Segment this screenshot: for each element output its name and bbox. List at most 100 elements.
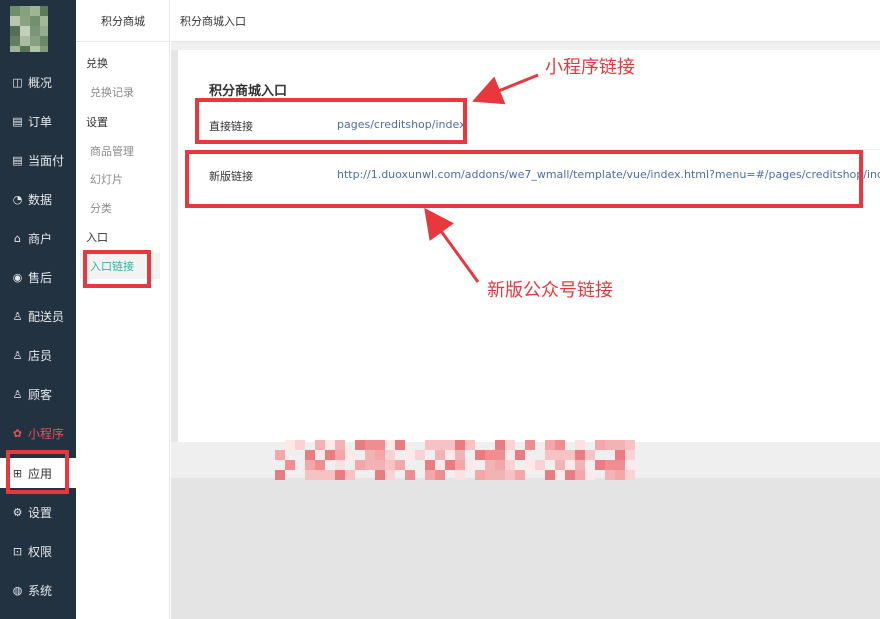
mosaic-block xyxy=(415,450,425,460)
mosaic-block xyxy=(485,470,495,480)
mosaic-block xyxy=(375,470,385,480)
mosaic-block xyxy=(365,460,375,470)
sidebar-item-aftersale[interactable]: ◉ 售后 xyxy=(0,262,76,292)
sidebar-item-lock[interactable]: ⊡ 权限 xyxy=(0,536,76,566)
mosaic-block xyxy=(575,440,585,450)
sidebar-item-label: 设置 xyxy=(28,505,53,520)
sidebar-item-data[interactable]: ◔ 数据 xyxy=(0,184,76,214)
pay-icon: ▤ xyxy=(12,153,23,167)
mosaic-block xyxy=(295,440,305,450)
mosaic-block xyxy=(625,440,635,450)
mosaic-block xyxy=(495,470,505,480)
sidebar-item-customer[interactable]: ♙ 顾客 xyxy=(0,379,76,409)
sidebar-item-label: 当面付 xyxy=(28,153,65,168)
customer-icon: ♙ xyxy=(12,387,23,401)
mosaic-block xyxy=(605,460,615,470)
mosaic-block xyxy=(525,440,535,450)
mosaic-block xyxy=(615,470,625,480)
mosaic-block xyxy=(615,460,625,470)
mosaic-block xyxy=(495,460,505,470)
mosaic-block xyxy=(275,450,285,460)
sidebar-item-order[interactable]: ▤ 订单 xyxy=(0,106,76,136)
mosaic-block xyxy=(565,460,575,470)
mosaic-block xyxy=(375,440,385,450)
mosaic-block xyxy=(505,440,515,450)
mosaic-block xyxy=(385,440,395,450)
mosaic-block xyxy=(495,440,505,450)
sidebar-item-label: 配送员 xyxy=(28,309,65,324)
mosaic-block xyxy=(355,460,365,470)
mosaic-block xyxy=(365,440,375,450)
mosaic-block xyxy=(625,470,635,480)
sidebar-item-miniprogram[interactable]: ✿ 小程序 xyxy=(0,418,76,448)
courier-icon: ♙ xyxy=(12,309,23,323)
subnav-group-entry: 入口 xyxy=(86,231,108,244)
mosaic-block xyxy=(475,470,485,480)
mosaic-block xyxy=(425,470,435,480)
subnav-item-category[interactable]: 分类 xyxy=(90,200,112,216)
mosaic-block xyxy=(475,450,485,460)
mosaic-block xyxy=(405,450,415,460)
mosaic-block xyxy=(555,450,565,460)
mosaic-block xyxy=(305,450,315,460)
mosaic-block xyxy=(305,460,315,470)
mosaic-block xyxy=(435,450,445,460)
sidebar-item-pay[interactable]: ▤ 当面付 xyxy=(0,145,76,175)
subnav-item-slides[interactable]: 幻灯片 xyxy=(90,171,123,187)
mosaic-block xyxy=(505,450,515,460)
mosaic-block xyxy=(495,450,505,460)
panel-title: 积分商城入口 xyxy=(209,84,288,99)
mosaic-block xyxy=(285,440,295,450)
sidebar-item-merchant[interactable]: ⌂ 商户 xyxy=(0,223,76,253)
order-icon: ▤ xyxy=(12,114,23,128)
sidebar-item-system[interactable]: ◍ 系统 xyxy=(0,575,76,605)
mosaic-block xyxy=(535,460,545,470)
mosaic-block xyxy=(455,470,465,480)
sidebar-item-label: 数据 xyxy=(28,192,53,207)
mosaic-block xyxy=(435,470,445,480)
mosaic-block xyxy=(425,440,435,450)
page-title: 积分商城入口 xyxy=(171,0,880,42)
mosaic-block xyxy=(435,460,445,470)
settings-icon: ⚙ xyxy=(12,505,23,519)
mosaic-block xyxy=(575,470,585,480)
mosaic-block xyxy=(325,440,335,450)
subnav-item-exchange-records[interactable]: 兑换记录 xyxy=(90,84,134,100)
sidebar-item-courier[interactable]: ♙ 配送员 xyxy=(0,301,76,331)
mosaic-block xyxy=(335,440,345,450)
mosaic-block xyxy=(575,460,585,470)
sidebar-item-overview[interactable]: ◫ 概况 xyxy=(0,67,76,97)
highlight-entry-link xyxy=(83,250,151,288)
clerk-icon: ♙ xyxy=(12,348,23,362)
sidebar-item-label: 顾客 xyxy=(28,387,53,402)
system-icon: ◍ xyxy=(12,583,23,597)
mosaic-block xyxy=(275,470,285,480)
redacted-mosaic xyxy=(275,440,635,480)
mosaic-block xyxy=(545,450,555,460)
mosaic-block xyxy=(425,460,435,470)
mosaic-block xyxy=(355,440,365,450)
sidebar-item-clerk[interactable]: ♙ 店员 xyxy=(0,340,76,370)
data-icon: ◔ xyxy=(12,192,23,206)
mosaic-block xyxy=(305,470,315,480)
avatar[interactable] xyxy=(10,6,48,52)
sidebar-item-label: 订单 xyxy=(28,114,53,129)
subnav-group-exchange: 兑换 xyxy=(86,57,108,70)
aftersale-icon: ◉ xyxy=(12,270,23,284)
mosaic-block xyxy=(605,470,615,480)
mosaic-block xyxy=(515,470,525,480)
mosaic-block xyxy=(365,450,375,460)
mosaic-block xyxy=(335,460,345,470)
subnav-title: 积分商城 xyxy=(76,0,170,42)
mosaic-block xyxy=(575,450,585,460)
mosaic-block xyxy=(395,460,405,470)
lock-icon: ⊡ xyxy=(12,544,23,558)
mosaic-block xyxy=(555,460,565,470)
mosaic-block xyxy=(395,440,405,450)
mosaic-block xyxy=(545,440,555,450)
mosaic-block xyxy=(545,470,555,480)
subnav-item-goods-management[interactable]: 商品管理 xyxy=(90,143,134,159)
mosaic-block xyxy=(335,470,345,480)
mosaic-block xyxy=(615,440,625,450)
sidebar-item-settings[interactable]: ⚙ 设置 xyxy=(0,497,76,527)
